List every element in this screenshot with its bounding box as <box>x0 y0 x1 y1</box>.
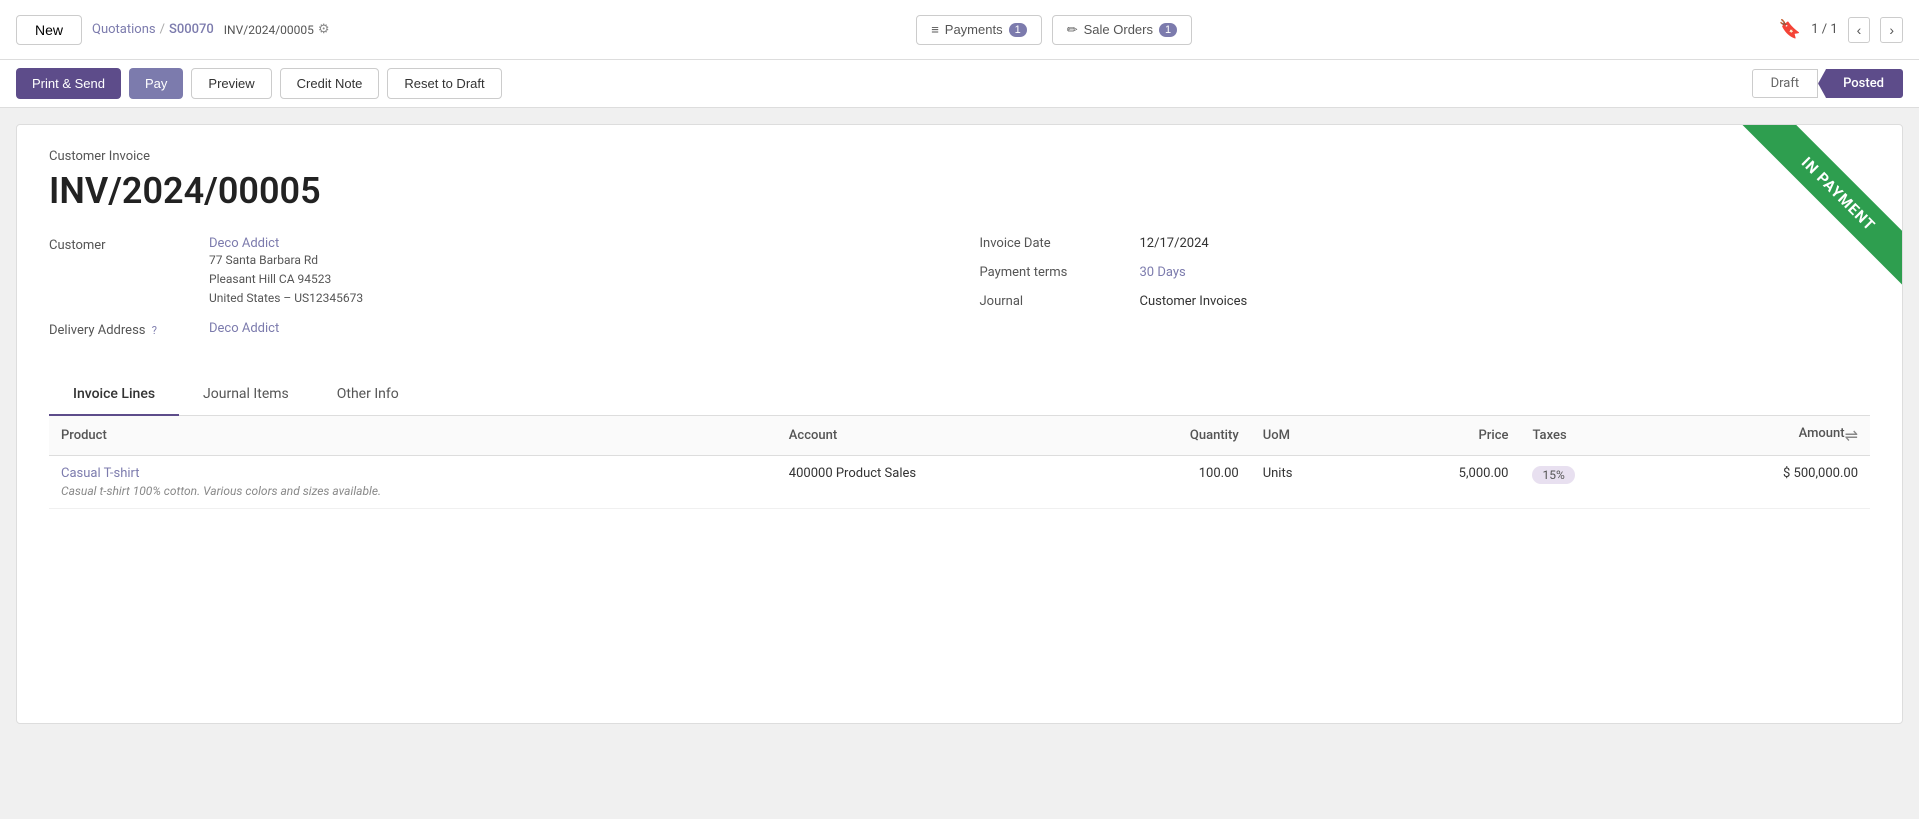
journal-label: Journal <box>980 294 1140 309</box>
nav-next-button[interactable]: › <box>1880 17 1903 43</box>
tax-badge: 15% <box>1532 466 1574 484</box>
payment-terms-label: Payment terms <box>980 265 1140 280</box>
breadcrumb-separator: / <box>160 22 165 37</box>
customer-name-link[interactable]: Deco Addict <box>209 236 279 251</box>
customer-label: Customer <box>49 236 209 253</box>
form-fields-right: Invoice Date 12/17/2024 Payment terms 30… <box>980 236 1871 350</box>
product-name-link[interactable]: Casual T-shirt <box>61 466 140 481</box>
invoice-table: Product Account Quantity UoM Price Taxes… <box>49 416 1870 509</box>
nav-prev-button[interactable]: ‹ <box>1848 17 1871 43</box>
table-row: Casual T-shirt Casual t-shirt 100% cotto… <box>49 455 1870 508</box>
preview-button[interactable]: Preview <box>191 68 271 99</box>
status-bar: Draft Posted <box>1752 69 1903 98</box>
invoice-date-row: Invoice Date 12/17/2024 <box>980 236 1871 251</box>
journal-value: Customer Invoices <box>1140 294 1248 309</box>
invoice-date-value[interactable]: 12/17/2024 <box>1140 236 1209 251</box>
sale-orders-button[interactable]: ✏ Sale Orders 1 <box>1052 15 1192 45</box>
column-settings-icon[interactable]: ⇌ <box>1845 426 1858 445</box>
payments-badge: 1 <box>1009 23 1027 37</box>
gear-icon[interactable]: ⚙ <box>318 22 330 37</box>
action-bar-left: Print & Send Pay Preview Credit Note Res… <box>16 68 502 99</box>
th-quantity: Quantity <box>1097 416 1251 456</box>
status-draft[interactable]: Draft <box>1752 69 1819 98</box>
cell-taxes: 15% <box>1520 455 1660 508</box>
sale-orders-label: Sale Orders <box>1084 22 1153 37</box>
breadcrumb-child[interactable]: S00070 <box>169 22 214 37</box>
th-uom: UoM <box>1251 416 1365 456</box>
tabs: Invoice Lines Journal Items Other Info <box>49 374 1870 416</box>
payments-button[interactable]: ≡ Payments 1 <box>916 15 1042 45</box>
invoice-date-label: Invoice Date <box>980 236 1140 251</box>
cell-price: 5,000.00 <box>1364 455 1520 508</box>
print-send-button[interactable]: Print & Send <box>16 68 121 99</box>
action-bar: Print & Send Pay Preview Credit Note Res… <box>0 60 1919 108</box>
cell-account: 400000 Product Sales <box>777 455 1097 508</box>
new-button[interactable]: New <box>16 15 82 45</box>
bookmark-icon[interactable]: 🔖 <box>1779 19 1801 40</box>
customer-address-2: Pleasant Hill CA 94523 <box>209 270 363 289</box>
customer-address-3: United States – US12345673 <box>209 289 363 308</box>
breadcrumb-invoice-ref: INV/2024/00005 <box>224 23 314 37</box>
top-bar-center-actions: ≡ Payments 1 ✏ Sale Orders 1 <box>916 15 1192 45</box>
journal-row: Journal Customer Invoices <box>980 294 1871 309</box>
payments-icon: ≡ <box>931 22 939 37</box>
table-header-row: Product Account Quantity UoM Price Taxes… <box>49 416 1870 456</box>
form-title-section: Customer Invoice INV/2024/00005 <box>49 149 1870 212</box>
form-subtitle: Customer Invoice <box>49 149 1870 164</box>
main-content: IN PAYMENT Customer Invoice INV/2024/000… <box>16 124 1903 724</box>
th-product: Product <box>49 416 777 456</box>
th-taxes: Taxes <box>1520 416 1660 456</box>
delivery-address-link[interactable]: Deco Addict <box>209 321 279 336</box>
product-description: Casual t-shirt 100% cotton. Various colo… <box>61 484 765 498</box>
payment-terms-value: 30 Days <box>1140 265 1186 280</box>
cell-amount: $ 500,000.00 <box>1661 455 1870 508</box>
form-body: Customer Invoice INV/2024/00005 Customer… <box>17 125 1902 533</box>
payment-terms-link[interactable]: 30 Days <box>1140 265 1186 280</box>
delivery-address-row: Delivery Address ? Deco Addict <box>49 321 940 338</box>
form-fields-left: Customer Deco Addict 77 Santa Barbara Rd… <box>49 236 940 350</box>
delivery-address-value: Deco Addict <box>209 321 279 336</box>
payment-terms-row: Payment terms 30 Days <box>980 265 1871 280</box>
nav-counter: 1 / 1 <box>1811 22 1837 37</box>
sale-orders-badge: 1 <box>1159 23 1177 37</box>
th-amount: Amount ⇌ <box>1661 416 1870 456</box>
delivery-address-label: Delivery Address ? <box>49 321 209 338</box>
th-price: Price <box>1364 416 1520 456</box>
delivery-help-icon[interactable]: ? <box>152 324 157 337</box>
th-account: Account <box>777 416 1097 456</box>
reset-draft-button[interactable]: Reset to Draft <box>387 68 501 99</box>
form-fields: Customer Deco Addict 77 Santa Barbara Rd… <box>49 236 1870 350</box>
customer-field-row: Customer Deco Addict 77 Santa Barbara Rd… <box>49 236 940 309</box>
customer-value: Deco Addict 77 Santa Barbara Rd Pleasant… <box>209 236 363 309</box>
status-posted[interactable]: Posted <box>1818 69 1903 98</box>
cell-quantity: 100.00 <box>1097 455 1251 508</box>
top-navigation-bar: New Quotations / S00070 INV/2024/00005 ⚙… <box>0 0 1919 60</box>
payments-label: Payments <box>945 22 1003 37</box>
pay-button[interactable]: Pay <box>129 68 183 99</box>
customer-address-1: 77 Santa Barbara Rd <box>209 251 363 270</box>
breadcrumb-parent[interactable]: Quotations <box>92 22 156 37</box>
sale-orders-icon: ✏ <box>1067 22 1078 38</box>
top-bar-left: New Quotations / S00070 INV/2024/00005 ⚙ <box>16 15 330 45</box>
top-bar-right: 🔖 1 / 1 ‹ › <box>1779 17 1903 43</box>
form-invoice-number: INV/2024/00005 <box>49 170 1870 212</box>
cell-product: Casual T-shirt Casual t-shirt 100% cotto… <box>49 455 777 508</box>
tab-other-info[interactable]: Other Info <box>313 374 423 416</box>
breadcrumb: Quotations / S00070 INV/2024/00005 ⚙ <box>92 22 330 37</box>
credit-note-button[interactable]: Credit Note <box>280 68 380 99</box>
cell-uom: Units <box>1251 455 1365 508</box>
tab-invoice-lines[interactable]: Invoice Lines <box>49 374 179 416</box>
tab-journal-items[interactable]: Journal Items <box>179 374 313 416</box>
